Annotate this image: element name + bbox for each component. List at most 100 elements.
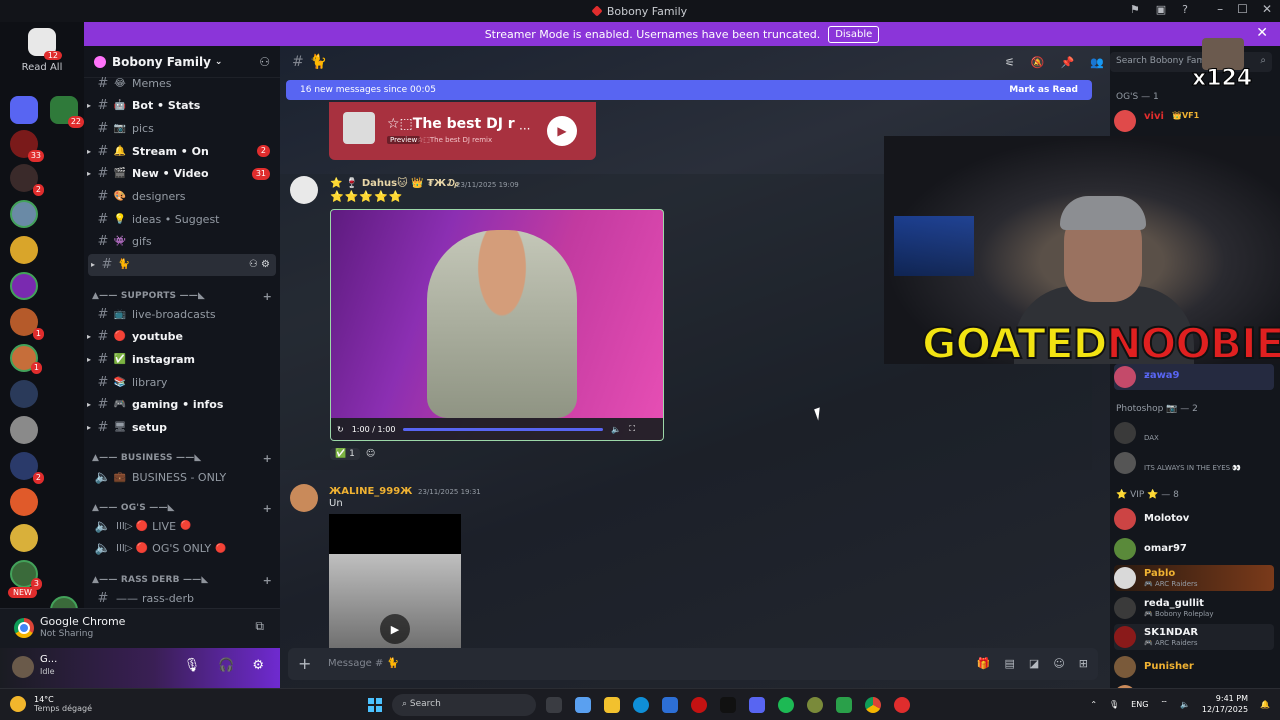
guild-icon[interactable] (10, 380, 38, 408)
replay-icon[interactable]: ↻ (337, 425, 344, 434)
channel-instagram[interactable]: ▸ # ✅ instagram (84, 348, 280, 370)
add-channel-icon[interactable]: + (263, 452, 272, 465)
member-row[interactable]: omar97 (1114, 536, 1274, 562)
mark-as-read-button[interactable]: Mark as Read (1009, 85, 1078, 95)
app-icon[interactable] (894, 697, 910, 713)
category-ogs[interactable]: ▲—— OG'S ——◣ + (92, 500, 272, 516)
channel-rass-derb[interactable]: # —— rass-derb (84, 587, 280, 608)
store-icon[interactable] (662, 697, 678, 713)
category-rass[interactable]: ▲—— RASS DERB ——◣ + (92, 572, 272, 588)
gift-icon[interactable]: 🎁 (977, 657, 991, 670)
new-messages-bar[interactable]: 16 new messages since 00:05 Mark as Read (286, 80, 1092, 100)
headphones-icon[interactable]: 🎧 (218, 658, 234, 673)
member-list-icon[interactable]: 👥 (1090, 56, 1104, 69)
guild-icon[interactable] (10, 488, 38, 516)
member-row[interactable]: vivi 👑VF1 (1114, 108, 1274, 134)
channel-stream-on[interactable]: ▸ # 🔔 Stream • On 2 (84, 140, 280, 162)
notifications-icon[interactable]: 🔕 (1031, 56, 1045, 69)
settings-gear-icon[interactable]: ⚙ (252, 658, 264, 673)
guild-icon[interactable]: 1 (10, 308, 44, 340)
netflix-icon[interactable] (720, 697, 736, 713)
embed-title[interactable]: ☆⬚The best DJ r (387, 116, 517, 132)
add-channel-icon[interactable]: + (263, 502, 272, 515)
guild-icon[interactable] (10, 236, 38, 264)
sticker-icon[interactable]: ◪ (1029, 657, 1039, 670)
guild-icon[interactable] (10, 416, 38, 444)
channel-live-broadcasts[interactable]: # 📺 live-broadcasts (84, 303, 280, 325)
voice-channel[interactable]: 🔈 III▷ 🔴 OG'S ONLY 🔴 (84, 538, 280, 560)
guild-icon[interactable]: 3 (10, 560, 42, 590)
notifications-bell-icon[interactable]: 🔔 (1260, 700, 1270, 709)
network-icon[interactable]: ⌔ (1160, 699, 1168, 709)
guild-folder[interactable]: 22 (50, 96, 84, 128)
channel-library[interactable]: # 📚 library (84, 371, 280, 393)
member-row[interactable]: Pablo 🎮 ARC Raiders (1114, 565, 1274, 591)
copilot-icon[interactable] (575, 697, 591, 713)
windows-start-icon[interactable] (368, 698, 382, 712)
share-screen-icon[interactable]: ⧉ (255, 619, 264, 634)
video-attachment[interactable]: ↻ 1:00 / 1:00 🔈 ⛶ (330, 209, 664, 441)
avatar[interactable] (290, 176, 318, 204)
channel-bot-stats[interactable]: ▸ # 🤖 Bot • Stats (84, 95, 280, 117)
channel-gaming-infos[interactable]: ▸ # 🎮 gaming • infos (84, 394, 280, 416)
disable-streamer-mode-button[interactable]: Disable (828, 25, 880, 43)
member-row[interactable]: ITS ALWAYS IN THE EYES 👀 (1114, 450, 1274, 476)
avatar[interactable] (290, 484, 318, 512)
guild-icon[interactable]: 1 (10, 344, 42, 374)
fullscreen-icon[interactable]: ⛶ (629, 424, 635, 434)
guild-icon-active[interactable] (10, 200, 38, 228)
inbox-icon[interactable]: ⚑ (1130, 3, 1140, 16)
maximize-icon[interactable]: ☐ (1237, 2, 1248, 16)
app-icon[interactable] (807, 697, 823, 713)
voice-channel[interactable]: 🔈 III▷ 🔴 LIVE 🔴 (84, 515, 280, 537)
volume-icon[interactable]: 🔈 (611, 425, 621, 434)
spotify-icon[interactable] (778, 697, 794, 713)
app-icon[interactable] (691, 697, 707, 713)
upload-plus-icon[interactable]: + (298, 654, 311, 673)
terminal-icon[interactable] (836, 697, 852, 713)
guild-icon[interactable] (10, 272, 38, 300)
member-row[interactable]: reda_gullit 🎮 Bobony Roleplay (1114, 595, 1274, 621)
edge-icon[interactable] (633, 697, 649, 713)
guild-icon[interactable]: 2 (10, 164, 44, 196)
language-indicator[interactable]: ENG (1131, 700, 1148, 709)
member-row[interactable]: DAX (1114, 420, 1274, 446)
weather-widget[interactable]: 14°C Temps dégagé (10, 695, 92, 713)
folder-icon[interactable] (10, 96, 38, 124)
add-channel-icon[interactable]: + (263, 290, 272, 303)
minimize-icon[interactable]: – (1217, 2, 1223, 16)
taskbar-search[interactable]: ⌕ Search (392, 694, 536, 716)
guild-icon[interactable] (10, 524, 38, 552)
member-row[interactable]: Punisher (1114, 654, 1274, 680)
microphone-icon[interactable]: 🎙 (184, 658, 201, 673)
close-banner-icon[interactable]: ✕ (1256, 25, 1268, 41)
category-business[interactable]: ▲—— BUSINESS ——◣ + (92, 450, 272, 466)
apps-icon[interactable]: ⊞ (1079, 657, 1088, 670)
channel-settings-icon[interactable]: ⚇ ⚙ (249, 259, 270, 270)
add-reaction-icon[interactable]: ☺ (366, 449, 375, 459)
close-window-icon[interactable]: ✕ (1262, 2, 1272, 16)
member-row[interactable]: Molotov (1114, 506, 1274, 532)
file-explorer-icon[interactable] (604, 697, 620, 713)
video-attachment[interactable]: ▶ (329, 514, 461, 652)
discord-icon[interactable] (749, 697, 765, 713)
avatar[interactable] (12, 656, 34, 678)
screen-share-icon[interactable]: ▣ (1156, 3, 1166, 16)
threads-icon[interactable]: ⚟ (1005, 56, 1015, 69)
video-progress[interactable] (403, 427, 604, 431)
volume-tray-icon[interactable]: 🔈 (1180, 700, 1190, 709)
message-author[interactable]: ⭐ 🍷 Dahus🐱 👑 ₮Ж₯ (330, 178, 460, 189)
help-icon[interactable]: ? (1182, 3, 1188, 16)
add-channel-icon[interactable]: + (263, 574, 272, 587)
channel-gifs[interactable]: # 👾 gifs (84, 231, 280, 253)
read-all-button[interactable]: 12 Read All (14, 28, 70, 73)
member-row[interactable]: SK1NDAR 🎮 ARC Raiders (1114, 624, 1274, 650)
tray-chevron-icon[interactable]: ⌃ (1090, 700, 1097, 709)
channel-youtube[interactable]: ▸ # 🔴 youtube (84, 326, 280, 348)
play-button[interactable]: ▶ (547, 116, 577, 146)
guild-icon[interactable]: 33 (10, 130, 44, 162)
channel-pics[interactable]: # 📷 pics (84, 117, 280, 139)
emoji-icon[interactable]: ☺ (1053, 657, 1064, 670)
task-view-icon[interactable] (546, 697, 562, 713)
chrome-icon[interactable] (865, 697, 881, 713)
